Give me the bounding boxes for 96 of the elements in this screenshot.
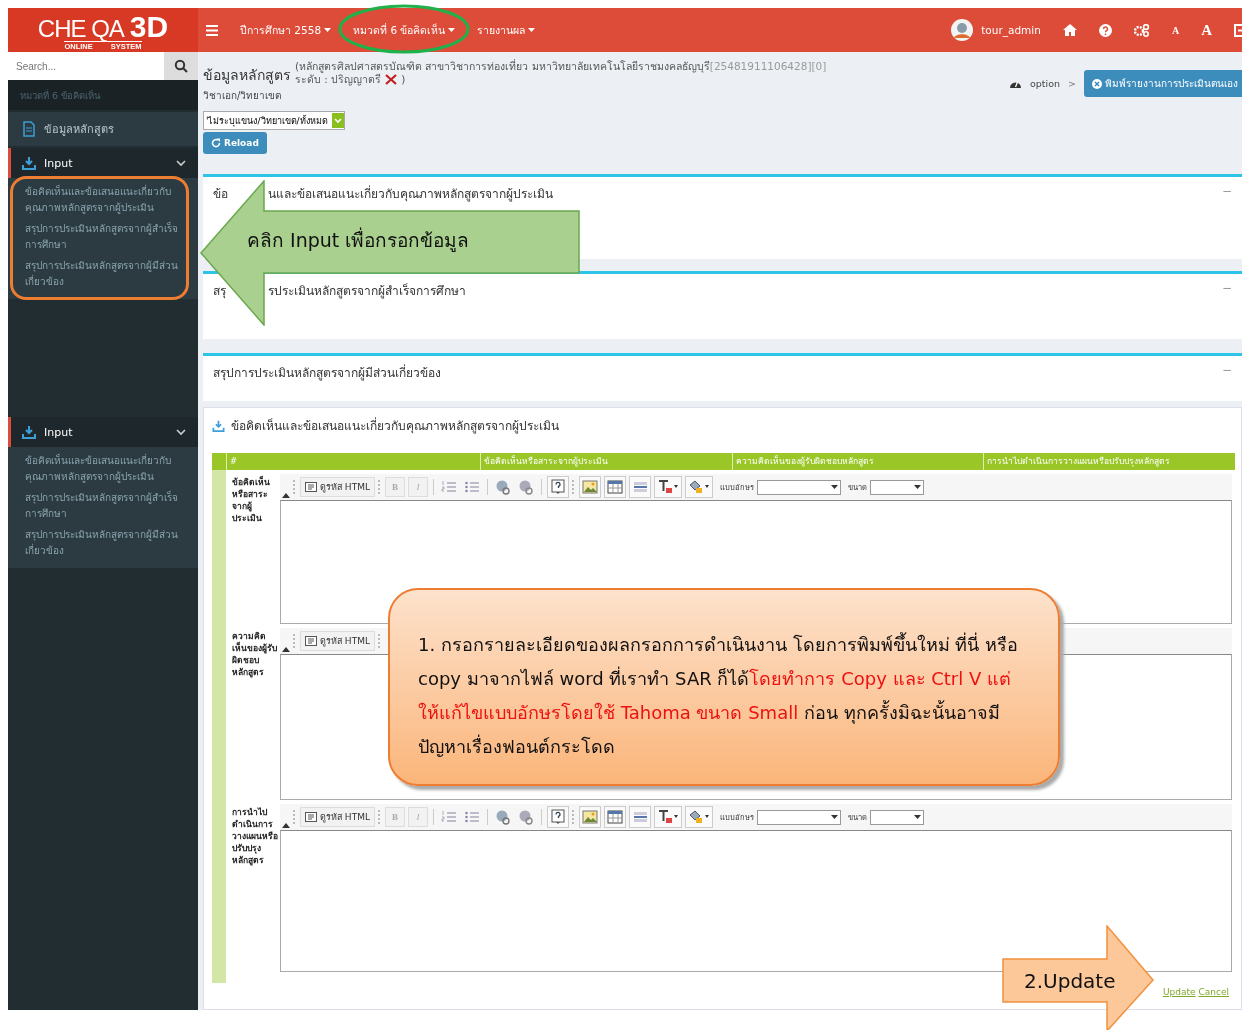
- sidebar-subitem[interactable]: ข้อคิดเห็นและข้อเสนอแนะเกี่ยวกับคุณภาพหลักสูตรจากผู้ประเมิน: [8, 451, 198, 488]
- size-select[interactable]: [869, 809, 924, 825]
- nav-menu[interactable]: ปีการศึกษา 2558: [240, 21, 332, 39]
- sidebar-group-header[interactable]: Input: [8, 417, 198, 447]
- sidebar-subitem[interactable]: ข้อคิดเห็นและข้อเสนอแนะเกี่ยวกับคุณภาพหลักสูตรจากผู้ประเมิน: [8, 182, 198, 219]
- sidebar-breadcrumb: หมวดที่ 6 ข้อคิดเห็น: [20, 88, 101, 103]
- font-larger-button[interactable]: A: [1201, 21, 1212, 39]
- caret-icon: [324, 28, 332, 32]
- collapse-button[interactable]: −: [1221, 363, 1232, 377]
- panel-title[interactable]: รประเมินหลักสูตรจากผู้สำเร็จการศึกษา: [268, 281, 466, 300]
- sidebar-subitem[interactable]: สรุปการประเมินหลักสูตรจากผู้มีส่วนเกี่ยวข้อง: [8, 525, 198, 562]
- nav-menu[interactable]: รายงานผล: [477, 21, 536, 39]
- column-header: ความคิดเห็นของผู้รับผิดชอบหลักสูตร: [731, 453, 984, 470]
- field-label: วิชาเอก/วิทยาเขต: [203, 89, 283, 103]
- search-field[interactable]: Search...: [8, 52, 164, 80]
- row-label: การนำไปดำเนินการวางแผนหรือปรับปรุงหลักสูตร: [231, 806, 279, 868]
- avatar-icon[interactable]: [951, 19, 974, 41]
- source-button[interactable]: ดูรหัส HTML: [300, 477, 375, 497]
- closing-parenthesis: ): [401, 73, 406, 86]
- chevron-icon: [176, 159, 186, 167]
- breadcrumb-separator: >: [1068, 78, 1076, 89]
- image-icon[interactable]: [578, 806, 601, 828]
- panel-title[interactable]: สรุปการประเมินหลักสูตรจากผู้มีส่วนเกี่ยวข้อง: [213, 363, 441, 382]
- page-title: ข้อมูลหลักสูตร: [203, 66, 291, 86]
- caret-icon: [913, 815, 921, 819]
- table-icon[interactable]: [603, 806, 626, 828]
- text-color-icon[interactable]: [653, 476, 682, 498]
- source-icon: [305, 636, 317, 646]
- text-color-icon[interactable]: [653, 806, 682, 828]
- caret-icon: [830, 815, 838, 819]
- close-icon[interactable]: [384, 73, 399, 86]
- collapse-button[interactable]: −: [1221, 281, 1232, 295]
- sidebar-subitem[interactable]: สรุปการประเมินหลักสูตรจากผู้สำเร็จการศึกษา: [8, 219, 198, 256]
- menu-icon[interactable]: [206, 24, 218, 36]
- row-label: ข้อคิดเห็นหรือสาระจากผู้ประเมิน: [231, 475, 271, 525]
- panel-title[interactable]: สรุ: [213, 284, 226, 298]
- table-icon[interactable]: [603, 476, 626, 498]
- search-button[interactable]: [164, 52, 198, 80]
- size-select[interactable]: [869, 479, 924, 495]
- callout-text: คลิก Input เพื่อกรอกข้อมูล: [247, 226, 470, 254]
- program-code: [25481911106428][0]: [709, 60, 827, 72]
- collapse-toolbar-icon[interactable]: [282, 646, 290, 652]
- column-header: การนำไปดำเนินการวางแผนหรือปรับปรุงหลักสูตร: [983, 453, 1235, 470]
- search-icon: [174, 59, 188, 73]
- sidebar-subitem[interactable]: สรุปการประเมินหลักสูตรจากผู้มีส่วนเกี่ยวข้อง: [8, 256, 198, 293]
- caret-icon: [528, 28, 536, 32]
- logo-text: CHE QA: [37, 14, 124, 43]
- source-button[interactable]: ดูรหัส HTML: [300, 631, 375, 651]
- sidebar-item[interactable]: ข้อมูลหลักสูตร: [8, 112, 198, 146]
- breadcrumb-link[interactable]: option: [1030, 78, 1061, 89]
- column-header: #: [226, 453, 480, 470]
- collapse-toolbar-icon[interactable]: [282, 492, 290, 498]
- help-icon[interactable]: [546, 476, 569, 498]
- reload-button[interactable]: Reload: [203, 132, 267, 154]
- print-report-button[interactable]: พิมพ์รายงานการประเมินตนเอง: [1084, 70, 1242, 97]
- font-smaller-button[interactable]: A: [1171, 24, 1180, 36]
- collapse-button[interactable]: −: [1221, 184, 1232, 198]
- source-icon: [305, 812, 317, 822]
- program-name: (หลักสูตรศิลปศาสตรบัณฑิต สาขาวิชาการท่องเที่ยว มหาวิทยาลัยเทคโนโลยีราชมงคลธัญบุรี: [295, 60, 710, 72]
- download-icon: [22, 156, 36, 170]
- settings-icon[interactable]: [1133, 23, 1150, 37]
- document-icon: [22, 121, 36, 137]
- sidebar-group-header[interactable]: Input: [8, 148, 198, 178]
- callout-text: 2.Update: [1024, 969, 1116, 993]
- user-name[interactable]: tour_admin: [981, 24, 1041, 36]
- instruction-text: 1. กรอกรายละเอียดของผลกรอกการดำเนินงาน โดยการพิมพ์ขึ้นใหม่ ที่นี่ หรือ copy มาจากไฟล์ word ที่เราทำ SAR ก็ได้โดยทำการ Copy และ Ctrl V แต่ให้แก้ไขแบบอักษรโดยใช้ Tahoma ขนาด Small ก่อน ทุกครั้งมิฉะนั้นอาจมีปัญหาเรื่องฟอนต์กระโดด: [418, 631, 1020, 759]
- chevron-icon: [176, 428, 186, 436]
- source-icon: [305, 482, 317, 492]
- download-icon: [212, 419, 225, 432]
- sidebar-subitem[interactable]: สรุปการประเมินหลักสูตรจากผู้สำเร็จการศึกษา: [8, 488, 198, 525]
- column-header: ข้อคิดเห็นหรือสาระจากผู้ประเมิน: [480, 453, 732, 470]
- image-icon[interactable]: [578, 476, 601, 498]
- home-icon[interactable]: [1062, 24, 1077, 36]
- refresh-icon: [211, 138, 221, 148]
- panel-title[interactable]: นและข้อเสนอแนะเกี่ยวกับคุณภาพหลักสูตรจากผู้ประเมิน: [268, 184, 553, 203]
- form-title: ข้อคิดเห็นและข้อเสนอแนะเกี่ยวกับคุณภาพหลักสูตรจากผู้ประเมิน: [231, 416, 559, 435]
- logo-mark: 3D: [129, 9, 169, 44]
- source-button[interactable]: ดูรหัส HTML: [300, 807, 375, 827]
- dropdown-icon: [331, 113, 344, 128]
- collapse-toolbar-icon[interactable]: [282, 822, 290, 828]
- caret-icon: [448, 28, 456, 32]
- download-icon: [22, 425, 36, 439]
- campus-select[interactable]: 'ไม่ระบุแขนง/วิทยาเขต/ทั้งหมด: [203, 111, 345, 130]
- font-select[interactable]: [756, 809, 841, 825]
- sign-out-icon[interactable]: [1234, 23, 1242, 37]
- form-link[interactable]: Update: [1162, 987, 1196, 997]
- font-select[interactable]: [756, 479, 841, 495]
- caret-icon: [913, 485, 921, 489]
- close-circle-icon: [1092, 78, 1102, 89]
- row-label: ความคิดเห็นของผู้รับผิดชอบหลักสูตร: [231, 630, 278, 680]
- help-icon[interactable]: [1098, 23, 1112, 37]
- help-icon[interactable]: [546, 806, 569, 828]
- caret-icon: [830, 485, 838, 489]
- panel-title[interactable]: ข้อ: [213, 187, 228, 201]
- form-link[interactable]: Cancel: [1198, 987, 1229, 997]
- degree-level: ระดับ : ปริญญาตรี: [295, 73, 382, 86]
